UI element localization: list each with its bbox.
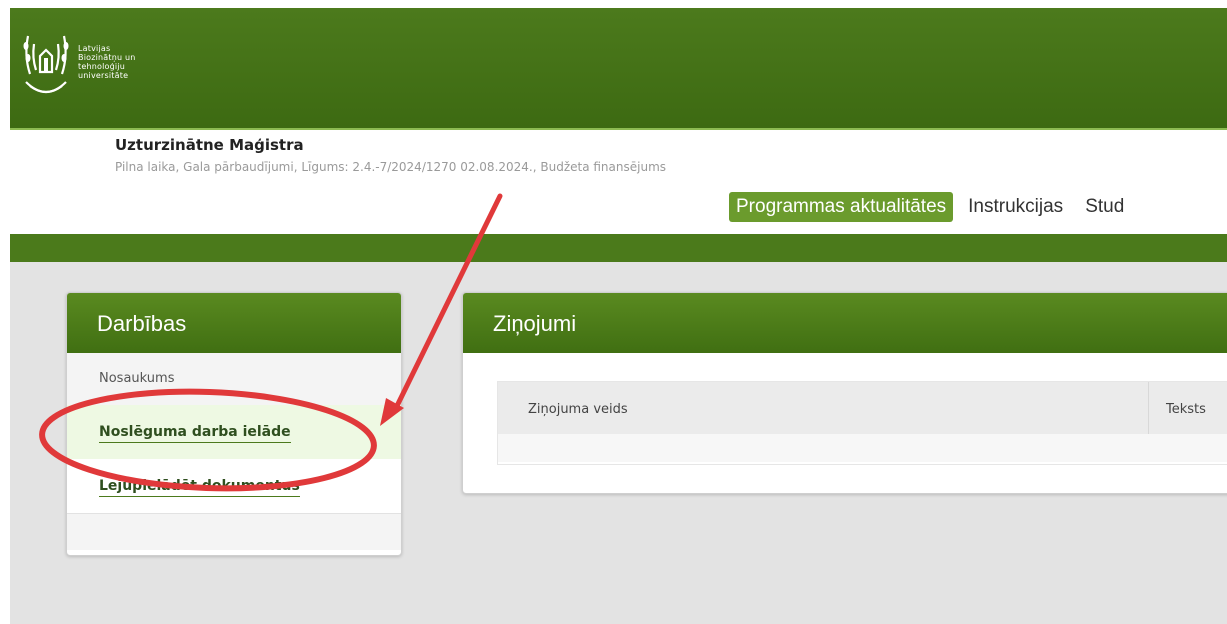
actions-panel: Darbības Nosaukums Noslēguma darba ielād… [66, 292, 402, 556]
nav-divider-strip [10, 234, 1227, 262]
university-name: Latvijas Biozinātņu un tehnoloģiju unive… [78, 44, 136, 80]
logo-line-4: universitāte [78, 71, 129, 80]
program-details: Pilna laika, Gala pārbaudījumi, Līgums: … [115, 160, 667, 174]
nav-studies[interactable]: Stud [1078, 192, 1131, 222]
main-nav: Programmas aktualitātes Instrukcijas Stud [729, 192, 1139, 224]
messages-table-header: Ziņojuma veids Teksts [498, 382, 1227, 434]
messages-table: Ziņojuma veids Teksts [497, 381, 1227, 465]
university-logo-icon[interactable] [20, 26, 72, 108]
upload-thesis-link[interactable]: Noslēguma darba ielāde [99, 424, 291, 443]
messages-table-body [498, 434, 1227, 462]
logo-line-1: Latvijas [78, 44, 111, 53]
logo-line-2: Biozinātņu un [78, 53, 136, 62]
actions-column-header: Nosaukums [67, 353, 401, 405]
action-row-upload-thesis: Noslēguma darba ielāde [67, 405, 401, 459]
actions-panel-footer [67, 513, 401, 550]
logo-line-3: tehnoloģiju [78, 62, 126, 71]
program-title: Uzturzinātne Maģistra [115, 136, 304, 154]
site-header: Latvijas Biozinātņu un tehnoloģiju unive… [10, 8, 1227, 130]
messages-panel-title: Ziņojumi [463, 293, 1227, 353]
action-row-download-documents: Lejupielādēt dokumentus [67, 459, 401, 513]
messages-panel: Ziņojumi Ziņojuma veids Teksts [462, 292, 1227, 494]
download-documents-link[interactable]: Lejupielādēt dokumentus [99, 478, 300, 497]
actions-panel-title: Darbības [67, 293, 401, 353]
column-message-type[interactable]: Ziņojuma veids [528, 382, 628, 438]
column-text[interactable]: Teksts [1148, 382, 1227, 434]
nav-program-news[interactable]: Programmas aktualitātes [729, 192, 954, 222]
nav-instructions[interactable]: Instrukcijas [961, 192, 1070, 222]
